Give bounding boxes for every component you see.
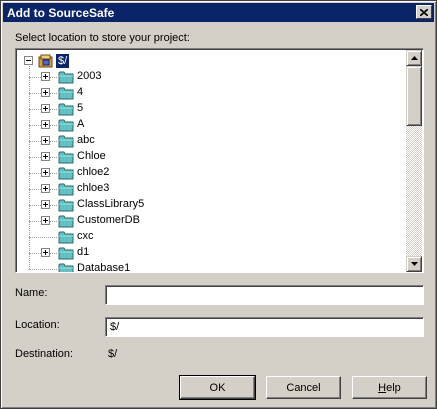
expand-icon[interactable]: [41, 248, 50, 257]
folder-icon: [58, 71, 74, 84]
expand-icon[interactable]: [41, 136, 50, 145]
tree-item[interactable]: 2003: [16, 69, 396, 85]
destination-value: $/: [108, 348, 118, 360]
tree-branch-line: [29, 269, 57, 270]
expand-icon[interactable]: [41, 152, 50, 161]
folder-icon: [58, 135, 74, 148]
name-label: Name:: [15, 287, 48, 299]
close-icon: [420, 8, 428, 16]
location-field[interactable]: $/: [105, 317, 424, 337]
tree-branch-line: [29, 237, 57, 238]
tree-item[interactable]: abc: [16, 133, 396, 149]
scroll-up-button[interactable]: [406, 50, 422, 66]
tree-item-label: Database1: [77, 262, 131, 273]
location-label: Location:: [15, 319, 60, 331]
scroll-thumb[interactable]: [406, 66, 422, 126]
tree-scrollbar[interactable]: [406, 50, 422, 272]
tree-item[interactable]: d1: [16, 245, 396, 261]
expand-icon[interactable]: [41, 200, 50, 209]
tree-item[interactable]: 4: [16, 85, 396, 101]
cancel-button-label: Cancel: [286, 381, 321, 394]
tree-item[interactable]: Chloe: [16, 149, 396, 165]
expand-icon[interactable]: [41, 104, 50, 113]
tree-item-label: chloe2: [77, 166, 110, 178]
tree-item-label: d1: [77, 246, 90, 258]
tree-item-label: A: [77, 118, 85, 130]
location-field-value: $/: [110, 321, 120, 333]
tree-prompt-label: Select location to store your project:: [15, 32, 190, 44]
folder-icon: [58, 231, 74, 244]
folder-icon: [58, 103, 74, 116]
dialog-title: Add to SourceSafe: [7, 5, 115, 20]
tree-item[interactable]: chloe3: [16, 181, 396, 197]
expand-icon[interactable]: [41, 168, 50, 177]
expand-icon[interactable]: [41, 120, 50, 129]
cancel-button[interactable]: Cancel: [266, 376, 341, 399]
tree-item[interactable]: chloe2: [16, 165, 396, 181]
add-to-sourcesafe-dialog: Add to SourceSafe Select location to sto…: [0, 0, 437, 409]
destination-label: Destination:: [15, 348, 74, 360]
folder-icon: [58, 87, 74, 100]
tree-item-label: Chloe: [77, 150, 106, 162]
help-label-rest: elp: [386, 381, 401, 394]
tree-item[interactable]: A: [16, 117, 396, 133]
tree-root-row[interactable]: $/: [16, 53, 96, 69]
expand-icon[interactable]: [41, 88, 50, 97]
folder-icon: [58, 247, 74, 260]
tree-item[interactable]: ClassLibrary5: [16, 197, 396, 213]
tree-rows: $/ 2003 4 5 Aabc Chloe chloe2 chloe3 ClassLibra…: [16, 49, 406, 272]
ok-button[interactable]: OK: [179, 375, 256, 400]
tree-item-label: abc: [77, 134, 95, 146]
tree-item-label: 4: [77, 86, 84, 98]
folder-icon: [58, 119, 74, 132]
tree-root-label[interactable]: $/: [56, 54, 70, 68]
help-button[interactable]: Help: [352, 376, 427, 399]
tree-item-label: 5: [77, 102, 84, 114]
tree-item-label: cxc: [77, 230, 94, 242]
folder-icon: [58, 263, 74, 272]
tree-item-label: chloe3: [77, 182, 110, 194]
expand-icon[interactable]: [41, 72, 50, 81]
tree-item[interactable]: Database1: [16, 261, 396, 273]
project-tree[interactable]: $/ 2003 4 5 Aabc Chloe chloe2 chloe3 ClassLibra…: [15, 48, 424, 273]
scroll-down-button[interactable]: [406, 256, 422, 272]
help-button-label: Help: [378, 382, 401, 394]
expand-icon[interactable]: [41, 216, 50, 225]
arrow-down-icon: [410, 262, 418, 266]
tree-item[interactable]: 5: [16, 101, 396, 117]
folder-icon: [58, 215, 74, 228]
database-icon: [38, 54, 53, 68]
tree-item-label: CustomerDB: [77, 214, 140, 226]
tree-item[interactable]: cxc: [16, 229, 396, 245]
tree-item-label: 2003: [77, 70, 102, 82]
help-mnemonic: H: [378, 381, 387, 394]
name-field[interactable]: [105, 285, 424, 305]
tree-item-label: ClassLibrary5: [77, 198, 145, 210]
title-bar[interactable]: Add to SourceSafe: [3, 3, 434, 22]
close-button[interactable]: [416, 5, 432, 19]
folder-icon: [58, 199, 74, 212]
folder-icon: [58, 183, 74, 196]
arrow-up-icon: [410, 56, 418, 60]
expand-icon[interactable]: [41, 184, 50, 193]
ok-button-label: OK: [209, 381, 226, 394]
folder-icon: [58, 151, 74, 164]
folder-icon: [58, 167, 74, 180]
tree-item[interactable]: CustomerDB: [16, 213, 396, 229]
